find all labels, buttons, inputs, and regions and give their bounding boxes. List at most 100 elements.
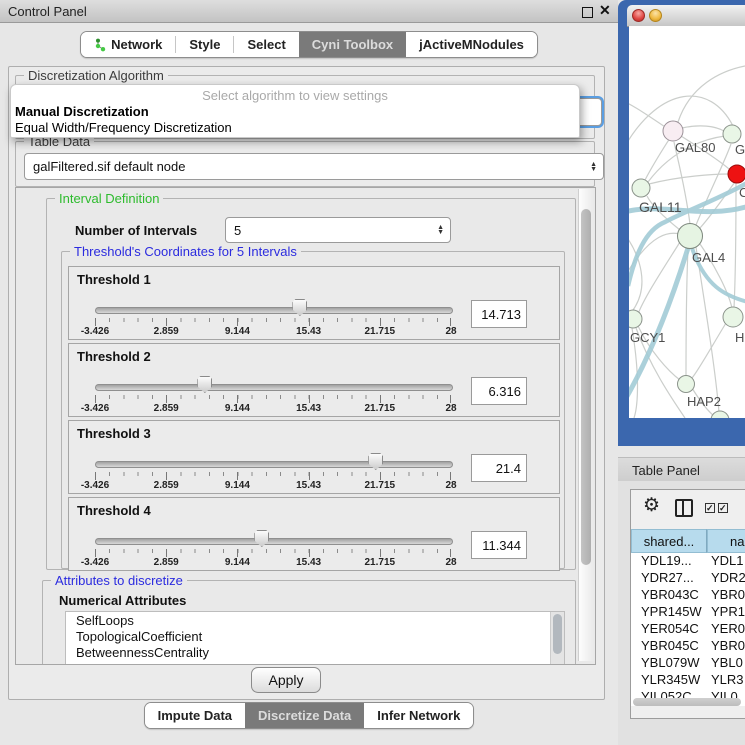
threshold-4-value-field[interactable]: 11.344	[471, 531, 527, 559]
threshold-2-slider-track[interactable]	[95, 384, 453, 391]
column-header-shared-name[interactable]: shared...	[631, 529, 707, 553]
num-intervals-combobox[interactable]: 5 ▲▼	[225, 217, 451, 243]
threshold-3-value-field[interactable]: 21.4	[471, 454, 527, 482]
list-scrollbar[interactable]	[550, 612, 564, 665]
tick-label: 9.144	[225, 326, 250, 337]
node-gal4[interactable]	[678, 224, 703, 249]
attributes-group: Attributes to discretize Numerical Attri…	[42, 580, 576, 665]
float-icon[interactable]	[582, 7, 593, 18]
major-tick	[95, 549, 96, 557]
split-columns-icon[interactable]	[675, 499, 693, 517]
popup-option-manual-discretization[interactable]: Manual Discretization	[15, 104, 149, 119]
tab-discretize-data-label: Discretize Data	[258, 708, 351, 723]
tab-cyni-toolbox[interactable]: Cyni Toolbox	[299, 32, 406, 57]
checkbox-icon[interactable]: ✓	[705, 503, 715, 513]
major-tick	[166, 318, 167, 326]
tab-impute-data[interactable]: Impute Data	[145, 703, 245, 728]
threshold-4-box: Threshold 4 -3.426 2.859 9.144 15.43 21.…	[68, 497, 560, 571]
node-partial-right-mid[interactable]	[723, 307, 743, 327]
node-red-selected[interactable]	[728, 165, 745, 183]
table-row[interactable]: YDR27...YDR2	[631, 570, 745, 587]
popup-placeholder-item[interactable]: Select algorithm to view settings	[11, 88, 579, 103]
network-window-titlebar[interactable]	[627, 5, 745, 27]
major-tick	[237, 472, 238, 480]
list-item[interactable]: TopologicalCoefficient	[66, 628, 564, 644]
tab-select[interactable]: Select	[234, 32, 298, 57]
tick-label: 9.144	[225, 403, 250, 414]
tab-style[interactable]: Style	[176, 32, 233, 57]
tick-label: 21.715	[365, 480, 396, 491]
threshold-2-label: Threshold 2	[77, 349, 151, 364]
table-panel-body: ⚙ ✓ ✓ shared... na YDL19...YDL1 YDR27...…	[618, 481, 745, 745]
node-label-gal80: GAL80	[675, 140, 715, 155]
tab-impute-data-label: Impute Data	[158, 708, 232, 723]
table-row[interactable]: YBR043CYBR0	[631, 587, 745, 604]
threshold-1-slider-track[interactable]	[95, 307, 453, 314]
zoom-traffic-light-icon[interactable]	[666, 9, 679, 22]
network-canvas[interactable]: GAL80 GA C GAL11 GAL4 GCY1 H HAP2	[629, 26, 745, 418]
table-row[interactable]: YPR145WYPR1	[631, 604, 745, 621]
threshold-4-slider-track[interactable]	[95, 538, 453, 545]
table-row[interactable]: YBL079WYBL0	[631, 655, 745, 672]
table-row[interactable]: YDL19...YDL1	[631, 553, 745, 570]
tab-discretize-data[interactable]: Discretize Data	[245, 703, 364, 728]
threshold-3-slider-track[interactable]	[95, 461, 453, 468]
threshold-1-value-field[interactable]: 14.713	[471, 300, 527, 328]
table-data-group: Table Data galFiltered.sif default node …	[15, 141, 595, 187]
settings-scroll-area: Interval Definition Number of Intervals …	[15, 187, 596, 665]
node-hap2[interactable]	[678, 376, 695, 393]
gear-icon[interactable]: ⚙	[643, 496, 660, 515]
tick-label: 2.859	[154, 480, 179, 491]
threshold-1-box: Threshold 1 -3.426 2.859 9.144 15.43 21.…	[68, 266, 560, 340]
tick-label: 15.43	[296, 480, 321, 491]
table-row[interactable]: YBR045CYBR0	[631, 638, 745, 655]
tick-label: 28	[445, 557, 456, 568]
minimize-traffic-light-icon[interactable]	[649, 9, 662, 22]
table-data-value: galFiltered.sif default node	[33, 159, 185, 174]
tick-label: 9.144	[225, 480, 250, 491]
threshold-2-value-field[interactable]: 6.316	[471, 377, 527, 405]
node-label-partial-red: C	[739, 185, 745, 200]
close-icon[interactable]: ✕	[599, 2, 611, 19]
node-partial-right-top[interactable]	[723, 125, 741, 143]
tick-label: 2.859	[154, 403, 179, 414]
network-view-window: GAL80 GA C GAL11 GAL4 GCY1 H HAP2	[618, 0, 745, 446]
horizontal-scrollbar[interactable]	[633, 698, 741, 706]
table-data-combobox[interactable]: galFiltered.sif default node ▲▼	[24, 153, 604, 180]
scrollbar-thumb[interactable]	[581, 209, 591, 565]
apply-button[interactable]: Apply	[251, 667, 321, 693]
table-row[interactable]: YLR345WYLR3	[631, 672, 745, 689]
settings-scrollbar[interactable]	[578, 189, 594, 661]
top-tabbar: Network Style Select Cyni Toolbox jActiv…	[80, 31, 538, 58]
tab-style-label: Style	[189, 37, 220, 52]
algorithm-dropdown-popup: Select algorithm to view settings Manual…	[10, 84, 580, 138]
tab-infer-network[interactable]: Infer Network	[364, 703, 473, 728]
list-item[interactable]: SelfLoops	[66, 612, 564, 628]
node-gal11[interactable]	[632, 179, 650, 197]
node-label-gal11: GAL11	[639, 199, 682, 215]
tick-label: -3.426	[81, 403, 109, 414]
popup-option-equal-width[interactable]: Equal Width/Frequency Discretization	[15, 120, 232, 135]
major-tick	[309, 395, 310, 403]
tab-network[interactable]: Network	[81, 32, 175, 57]
spinner-arrows-icon[interactable]: ▲▼	[590, 162, 597, 172]
close-traffic-light-icon[interactable]	[632, 9, 645, 22]
node-label-hap2: HAP2	[687, 394, 721, 409]
tab-jactivemnodules[interactable]: jActiveMNodules	[406, 32, 537, 57]
checkbox-icon[interactable]: ✓	[718, 503, 728, 513]
thresholds-title: Threshold's Coordinates for 5 Intervals	[70, 244, 301, 259]
column-header-name[interactable]: na	[707, 529, 745, 553]
table-panel-title: Table Panel	[632, 463, 700, 478]
cell: YDL19...	[631, 553, 707, 570]
major-tick	[309, 472, 310, 480]
node-gal80[interactable]	[663, 121, 683, 141]
node-partial-bottom[interactable]	[711, 411, 729, 418]
tick-labels: -3.426 2.859 9.144 15.43 21.715 28	[95, 557, 451, 569]
tab-infer-network-label: Infer Network	[377, 708, 460, 723]
node-gcy1[interactable]	[629, 310, 642, 328]
list-item[interactable]: BetweennessCentrality	[66, 644, 564, 660]
spinner-arrows-icon[interactable]: ▲▼	[437, 225, 444, 235]
numerical-attributes-list[interactable]: SelfLoops TopologicalCoefficient Between…	[65, 611, 565, 665]
tick-label: 9.144	[225, 557, 250, 568]
table-row[interactable]: YER054CYER0	[631, 621, 745, 638]
